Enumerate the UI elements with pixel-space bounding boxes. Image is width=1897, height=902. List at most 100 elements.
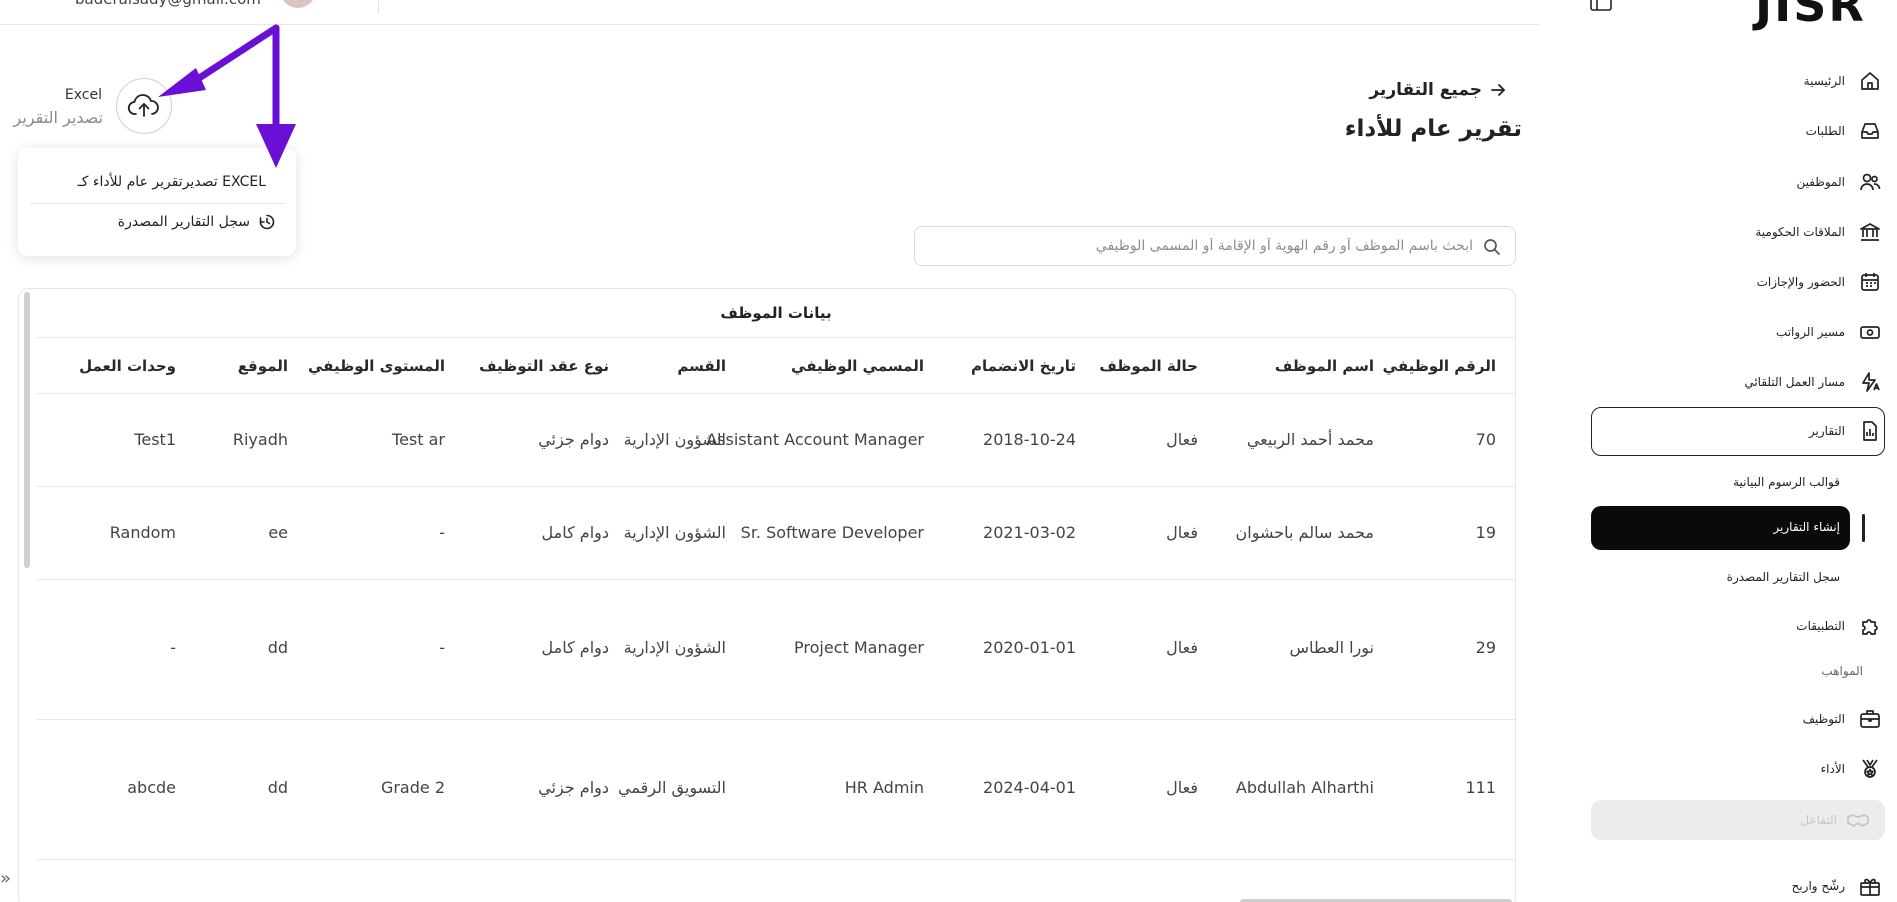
table-row[interactable]: 19 محمد سالم باحشوان فعال 2021-03-02 Sr.… — [36, 487, 1516, 580]
sidebar-subitem-label: إنشاء التقارير — [1773, 520, 1840, 534]
cell-employee-id: 70 — [1475, 430, 1496, 449]
home-icon — [1857, 68, 1883, 94]
cell-contract-type: دوام كامل — [541, 523, 609, 542]
cell-department: الشؤون الإدارية — [623, 430, 726, 449]
sidebar-item-label: مسير الرواتب — [1775, 325, 1845, 339]
export-label: تصدير التقرير — [13, 108, 103, 127]
cell-status: فعال — [1166, 430, 1198, 449]
sidebar-item-label: التوظيف — [1802, 712, 1845, 726]
column-employee-status[interactable]: حالة الموظف — [1099, 357, 1198, 375]
sidebar-item-employees[interactable]: الموظفين — [1796, 169, 1883, 195]
employee-data-group-header: بيانات الموظف — [36, 288, 1516, 338]
table-header-row: الرقم الوظيفي اسم الموظف حالة الموظف تار… — [36, 338, 1516, 394]
history-clock-icon — [258, 213, 276, 231]
cell-location: dd — [267, 638, 288, 657]
avatar[interactable] — [280, 0, 316, 8]
user-email: baderalsady@gmail.com — [75, 0, 261, 8]
talent-section-label: المواهب — [1821, 664, 1863, 678]
cell-employee-name: محمد أحمد الربيعي — [1246, 430, 1374, 449]
cell-department: الشؤون الإدارية — [623, 523, 726, 542]
sidebar-item-label: التطبيقات — [1796, 619, 1845, 633]
column-employee-id[interactable]: الرقم الوظيفي — [1383, 357, 1496, 375]
cell-employee-id: 29 — [1475, 638, 1496, 657]
cell-location: Riyadh — [232, 430, 288, 449]
cell-job-level: - — [439, 523, 445, 542]
table-row[interactable]: 29 نورا العطاس فعال 2020-01-01 Project M… — [36, 580, 1516, 720]
cell-job-title: Sr. Software Developer — [740, 523, 924, 542]
sidebar-item-government[interactable]: الملاقات الحكومية — [1755, 219, 1883, 245]
sidebar-item-label: الملاقات الحكومية — [1755, 225, 1845, 239]
cell-employee-name: Abdullah Alharthi — [1235, 778, 1374, 797]
cell-status: فعال — [1166, 523, 1198, 542]
cell-location: ee — [268, 523, 288, 542]
cell-work-units: abcde — [127, 778, 176, 797]
sidebar-toggle-icon[interactable] — [1590, 0, 1612, 12]
cell-location: dd — [267, 778, 288, 797]
export-button[interactable] — [116, 78, 172, 134]
search-input[interactable] — [933, 227, 1473, 265]
handshake-icon — [1847, 812, 1869, 828]
column-work-units[interactable]: وحدات العمل — [79, 357, 176, 375]
calendar-icon — [1857, 269, 1883, 295]
column-join-date[interactable]: تاريخ الانضمام — [971, 357, 1076, 375]
sidebar-item-reports[interactable]: التقارير — [1809, 418, 1883, 444]
sidebar-subitem-chart-templates[interactable]: قوالب الرسوم البيانية — [1733, 475, 1840, 489]
column-job-title[interactable]: المسمي الوظيفي — [791, 357, 924, 375]
sidebar-item-performance[interactable]: الأداء — [1821, 756, 1884, 782]
sidebar-item-label: الأداء — [1820, 762, 1846, 776]
sidebar-item-label: التقارير — [1808, 424, 1845, 438]
table-row[interactable]: 70 محمد أحمد الربيعي فعال 2018-10-24 Ass… — [36, 394, 1516, 487]
sidebar-item-label: مسار العمل التلقائي — [1744, 375, 1845, 389]
sidebar-item-home[interactable]: الرئيسية — [1804, 68, 1883, 94]
export-excel-menu-item[interactable]: تصديرتقرير عام للأداء كـ EXCEL — [78, 174, 266, 190]
sidebar-item-label: الموظفين — [1796, 175, 1845, 189]
puzzle-icon — [1857, 613, 1883, 639]
cash-icon — [1857, 319, 1883, 345]
column-employee-name[interactable]: اسم الموظف — [1275, 357, 1374, 375]
cloud-upload-icon — [127, 92, 161, 120]
back-label: جميع التقارير — [1369, 80, 1482, 100]
topbar-separator — [378, 0, 379, 14]
sidebar-item-label: التفاعل — [1800, 813, 1837, 827]
export-history-menu-item[interactable]: سجل التقارير المصدرة — [118, 213, 276, 231]
sidebar-subitem-export-history[interactable]: سجل التقارير المصدرة — [1727, 570, 1840, 584]
sidebar-item-requests[interactable]: الطلبات — [1806, 118, 1883, 144]
table-vertical-scrollbar[interactable] — [24, 292, 30, 568]
cell-status: فعال — [1166, 638, 1198, 657]
dropdown-divider — [30, 203, 284, 204]
cell-join-date: 2021-03-02 — [983, 523, 1076, 542]
sidebar-item-workflow[interactable]: مسار العمل التلقائي — [1744, 369, 1883, 395]
export-dropdown: تصديرتقرير عام للأداء كـ EXCEL سجل التقا… — [18, 148, 296, 256]
cell-contract-type: دوام جزئي — [538, 778, 609, 797]
sidebar-item-payroll[interactable]: مسير الرواتب — [1776, 319, 1883, 345]
cell-department: التسويق الرقمي — [618, 778, 726, 797]
sidebar-item-apps[interactable]: التطبيقات — [1796, 613, 1883, 639]
cell-employee-name: محمد سالم باحشوان — [1235, 523, 1374, 542]
cell-department: الشؤون الإدارية — [623, 638, 726, 657]
search-box — [914, 226, 1516, 266]
sidebar-item-interaction: التفاعل — [1800, 812, 1869, 828]
export-history-label: سجل التقارير المصدرة — [117, 214, 250, 230]
column-job-level[interactable]: المستوى الوظيفي — [308, 357, 445, 375]
cell-status: فعال — [1166, 778, 1198, 797]
expand-sidebar-chevrons-icon[interactable]: » — [0, 868, 11, 889]
cell-job-level: Test ar — [392, 430, 445, 449]
sidebar-item-attendance[interactable]: الحضور والإجازات — [1757, 269, 1883, 295]
sidebar-item-label: الرئيسية — [1803, 74, 1845, 88]
cell-join-date: 2018-10-24 — [983, 430, 1076, 449]
cell-job-title: HR Admin — [844, 778, 924, 797]
sidebar-item-hiring[interactable]: التوظيف — [1803, 706, 1883, 732]
column-location[interactable]: الموقع — [238, 357, 288, 375]
automation-icon — [1857, 369, 1883, 395]
column-department[interactable]: القسم — [677, 357, 726, 375]
cell-job-level: Grade 2 — [380, 778, 445, 797]
cell-join-date: 2024-04-01 — [983, 778, 1076, 797]
column-contract-type[interactable]: نوع عقد التوظيف — [479, 357, 609, 375]
users-icon — [1857, 169, 1883, 195]
table-row[interactable]: 111 Abdullah Alharthi فعال 2024-04-01 HR… — [36, 720, 1516, 860]
cell-job-title: Project Manager — [794, 638, 924, 657]
back-to-all-reports[interactable]: جميع التقارير — [1369, 80, 1506, 100]
sidebar-item-nominate[interactable]: رشّح واربح — [1792, 873, 1883, 899]
inbox-icon — [1857, 118, 1883, 144]
cell-work-units: - — [170, 638, 176, 657]
